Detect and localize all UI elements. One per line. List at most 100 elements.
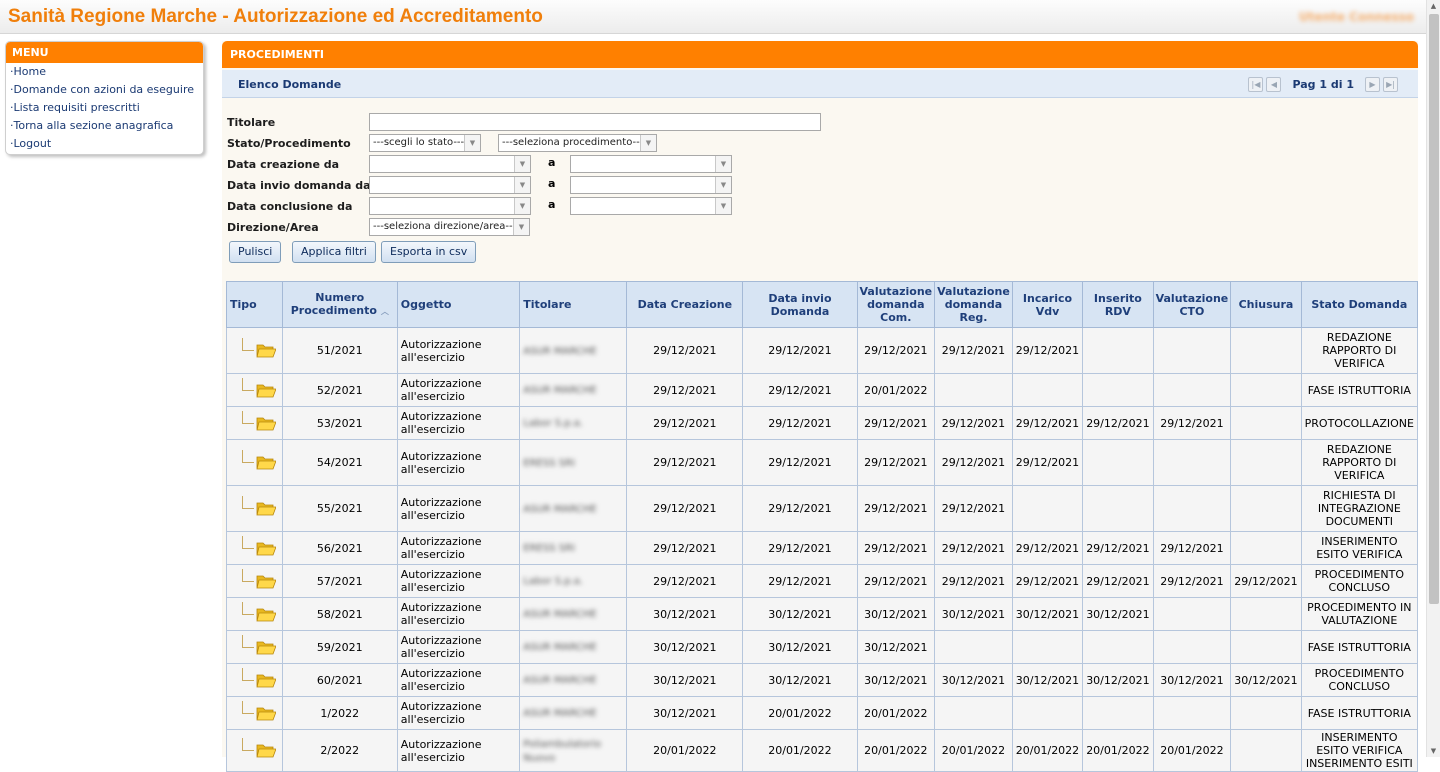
cell-tipo bbox=[226, 564, 283, 598]
invio-from-date[interactable]: ▼ bbox=[369, 176, 531, 194]
cell-val-reg: 29/12/2021 bbox=[934, 485, 1013, 532]
cell-chiusura-text: 29/12/2021 bbox=[1234, 574, 1298, 588]
invio-to-date[interactable]: ▼ bbox=[570, 176, 732, 194]
cell-stato: PROCEDIMENTO CONCLUSO bbox=[1300, 564, 1419, 598]
table-row[interactable]: 53/2021 Autorizzazione all'esercizio Labor… bbox=[226, 406, 1419, 440]
page-scrollbar[interactable]: ▲ ▼ bbox=[1426, 0, 1440, 757]
cell-val-reg-text: 29/12/2021 bbox=[941, 541, 1006, 555]
creazione-from-date[interactable]: ▼ bbox=[369, 155, 531, 173]
menu-item-logout[interactable]: Logout bbox=[6, 135, 203, 153]
cell-data-invio: 29/12/2021 bbox=[742, 327, 858, 374]
cell-incarico-text: 29/12/2021 bbox=[1015, 416, 1080, 430]
cell-incarico bbox=[1011, 485, 1084, 532]
cell-chiusura bbox=[1230, 406, 1302, 440]
cell-incarico: 20/01/2022 bbox=[1011, 729, 1084, 772]
folder-icon[interactable] bbox=[256, 705, 277, 721]
cell-data-invio: 20/01/2022 bbox=[742, 696, 858, 730]
col-numero-label: Numero Procedimento bbox=[290, 291, 377, 317]
conclusione-to-date[interactable]: ▼ bbox=[570, 197, 732, 215]
conclusione-from-date[interactable]: ▼ bbox=[369, 197, 531, 215]
cell-val-reg-text: 29/12/2021 bbox=[941, 416, 1006, 430]
cell-numero: 52/2021 bbox=[281, 373, 398, 407]
cell-chiusura-text: 30/12/2021 bbox=[1234, 673, 1298, 687]
table-row[interactable]: 57/2021 Autorizzazione all'esercizio Labor… bbox=[226, 564, 1419, 598]
cell-val-reg: 30/12/2021 bbox=[934, 663, 1013, 697]
cell-oggetto: Autorizzazione all'esercizio bbox=[396, 564, 521, 598]
menu-item-requisiti[interactable]: Lista requisiti prescritti bbox=[6, 99, 203, 117]
cell-titolare-text: ASUR MARCHE bbox=[523, 385, 597, 396]
cell-data-invio-text: 29/12/2021 bbox=[768, 383, 832, 397]
table-row[interactable]: 56/2021 Autorizzazione all'esercizio ERESS… bbox=[226, 531, 1419, 565]
folder-icon[interactable] bbox=[256, 573, 277, 589]
top-bar: Sanità Regione Marche - Autorizzazione e… bbox=[0, 0, 1426, 34]
applica-filtri-button[interactable]: Applica filtri bbox=[292, 241, 376, 263]
cell-incarico-text: 29/12/2021 bbox=[1015, 541, 1080, 555]
panel-title: PROCEDIMENTI bbox=[222, 41, 1418, 68]
cell-cto: 29/12/2021 bbox=[1152, 531, 1232, 565]
folder-icon[interactable] bbox=[256, 500, 277, 516]
table-row[interactable]: 54/2021 Autorizzazione all'esercizio ERESS… bbox=[226, 439, 1419, 486]
prev-page-icon[interactable]: ◀ bbox=[1266, 76, 1282, 92]
cell-incarico bbox=[1011, 696, 1084, 730]
cell-oggetto: Autorizzazione all'esercizio bbox=[396, 485, 521, 532]
procedimento-select[interactable]: ---seleziona procedimento--- ▼ bbox=[498, 134, 657, 152]
tree-line bbox=[242, 410, 255, 424]
user-name[interactable]: Utente Connesso bbox=[1299, 10, 1414, 24]
col-rdv: Inserito RDV bbox=[1082, 281, 1154, 328]
sort-asc-icon[interactable]: ︿ bbox=[381, 307, 389, 316]
folder-icon[interactable] bbox=[256, 639, 277, 655]
scroll-up-icon[interactable]: ▲ bbox=[1427, 0, 1440, 12]
next-page-icon[interactable]: ▶ bbox=[1365, 76, 1380, 92]
cell-data-invio: 29/12/2021 bbox=[742, 439, 858, 486]
to-label: a bbox=[548, 177, 556, 190]
cell-data-invio-text: 29/12/2021 bbox=[768, 574, 832, 588]
menu-item-domande-azioni[interactable]: Domande con azioni da eseguire bbox=[6, 81, 203, 99]
folder-icon[interactable] bbox=[256, 342, 277, 358]
table-row[interactable]: 51/2021 Autorizzazione all'esercizio ASUR … bbox=[226, 327, 1419, 374]
cell-titolare-text: Poliambulatorio Nuovo bbox=[523, 738, 602, 764]
cell-oggetto-text: Autorizzazione all'esercizio bbox=[400, 700, 482, 726]
menu-item-home[interactable]: Home bbox=[6, 63, 203, 81]
table-row[interactable]: 55/2021 Autorizzazione all'esercizio ASUR … bbox=[226, 485, 1419, 532]
cell-stato-text: INSERIMENTO ESITO VERIFICA bbox=[1316, 535, 1403, 561]
folder-icon[interactable] bbox=[256, 382, 277, 398]
first-page-icon[interactable]: |◀ bbox=[1248, 76, 1264, 92]
cell-cto-text: 29/12/2021 bbox=[1160, 416, 1224, 430]
tree-line bbox=[242, 377, 255, 391]
folder-icon[interactable] bbox=[256, 454, 277, 470]
table-row[interactable]: 2/2022 Autorizzazione all'esercizio Poliam… bbox=[226, 729, 1419, 772]
stato-select[interactable]: ---scegli lo stato--- ▼ bbox=[369, 134, 481, 152]
creazione-to-date[interactable]: ▼ bbox=[570, 155, 732, 173]
folder-icon[interactable] bbox=[256, 415, 277, 431]
scroll-down-icon[interactable]: ▼ bbox=[1427, 745, 1440, 757]
table-row[interactable]: 1/2022 Autorizzazione all'esercizio ASUR M… bbox=[226, 696, 1419, 730]
folder-icon[interactable] bbox=[256, 742, 277, 758]
col-numero[interactable]: Numero Procedimento ︿ bbox=[281, 281, 398, 328]
table-row[interactable]: 58/2021 Autorizzazione all'esercizio ASUR … bbox=[226, 597, 1419, 631]
pulisci-button[interactable]: Pulisci bbox=[229, 241, 282, 263]
folder-icon[interactable] bbox=[256, 540, 277, 556]
folder-icon[interactable] bbox=[256, 672, 277, 688]
folder-icon[interactable] bbox=[256, 606, 277, 622]
direzione-select[interactable]: ---seleziona direzione/area--- ▼ bbox=[369, 218, 530, 236]
cell-stato: FASE ISTRUTTORIA bbox=[1300, 373, 1419, 407]
cell-incarico: 29/12/2021 bbox=[1011, 531, 1084, 565]
scroll-thumb[interactable] bbox=[1429, 14, 1439, 604]
cell-data-creazione: 30/12/2021 bbox=[626, 597, 744, 631]
menu-item-anagrafica[interactable]: Torna alla sezione anagrafica bbox=[6, 117, 203, 135]
table-row[interactable]: 52/2021 Autorizzazione all'esercizio ASUR … bbox=[226, 373, 1419, 407]
cell-data-invio-text: 20/01/2022 bbox=[768, 744, 832, 757]
cell-oggetto-text: Autorizzazione all'esercizio bbox=[400, 449, 482, 476]
titolare-input[interactable] bbox=[369, 113, 821, 131]
cell-stato-text: PROCEDIMENTO CONCLUSO bbox=[1314, 568, 1404, 594]
esporta-csv-button[interactable]: Esporta in csv bbox=[381, 241, 477, 263]
last-page-icon[interactable]: ▶| bbox=[1383, 76, 1398, 92]
cell-val-reg: 20/01/2022 bbox=[934, 729, 1013, 772]
conclusione-label: Data conclusione da bbox=[227, 200, 353, 213]
cell-cto: 29/12/2021 bbox=[1152, 406, 1232, 440]
table-row[interactable]: 59/2021 Autorizzazione all'esercizio ASUR … bbox=[226, 630, 1419, 664]
cell-val-reg-text: 29/12/2021 bbox=[941, 574, 1006, 588]
cell-oggetto: Autorizzazione all'esercizio bbox=[396, 663, 521, 697]
chevron-down-icon: ▼ bbox=[514, 177, 530, 193]
table-row[interactable]: 60/2021 Autorizzazione all'esercizio ASUR … bbox=[226, 663, 1419, 697]
